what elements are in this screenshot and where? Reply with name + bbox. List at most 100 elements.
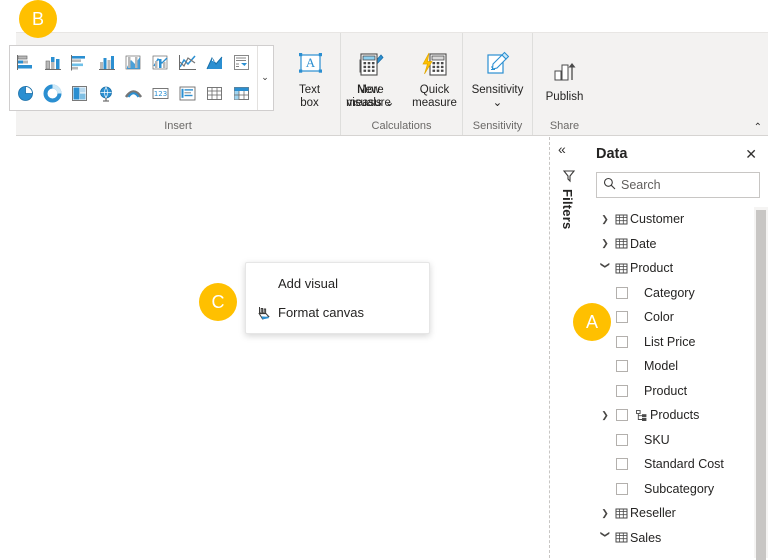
- table-icon: [612, 213, 630, 226]
- field-checkbox[interactable]: [612, 482, 632, 495]
- publish-button[interactable]: Publish: [537, 52, 593, 104]
- annotation-badge-a: A: [573, 303, 611, 341]
- chevron-right-icon[interactable]: ❯: [598, 410, 612, 421]
- filters-pane-collapsed[interactable]: « Filters: [549, 137, 588, 558]
- data-pane: Data ✕ Search ❯ Customer ❯ Date ❯ Produc…: [588, 137, 768, 560]
- close-icon[interactable]: ✕: [742, 145, 760, 163]
- field-list-item-category[interactable]: Category: [588, 281, 768, 306]
- field-list-table-product[interactable]: ❯ Product: [588, 256, 768, 281]
- field-list-item-model[interactable]: Model: [588, 354, 768, 379]
- sensitivity-icon: [483, 48, 513, 82]
- gallery-clustered-column-chart[interactable]: [93, 47, 120, 78]
- field-checkbox[interactable]: [612, 433, 632, 446]
- chevron-down-icon[interactable]: ❯: [600, 531, 611, 545]
- table-icon: [612, 237, 630, 250]
- publish-icon: [550, 55, 580, 89]
- chevron-right-icon[interactable]: ❯: [598, 508, 612, 519]
- gallery-multi-row-card[interactable]: [174, 78, 201, 109]
- report-canvas[interactable]: [0, 137, 549, 558]
- ribbon-collapse-chevron-up-icon[interactable]: ⌃: [754, 123, 762, 133]
- search-input[interactable]: Search: [596, 172, 760, 198]
- ribbon: New visual: [8, 32, 768, 136]
- gallery-stacked-area-chart[interactable]: [228, 47, 255, 78]
- format-canvas-label: Format canvas: [278, 305, 364, 320]
- field-label: Category: [644, 285, 695, 300]
- gallery-more-chevron-down-icon[interactable]: ⌄: [256, 45, 273, 110]
- ribbon-group-insert-label: Insert: [164, 120, 192, 132]
- field-label: Product: [630, 261, 674, 276]
- field-checkbox[interactable]: [612, 311, 632, 324]
- data-pane-header: Data ✕: [588, 137, 768, 170]
- field-list-item-color[interactable]: Color: [588, 305, 768, 330]
- search-placeholder: Search: [621, 178, 661, 192]
- field-checkbox[interactable]: [612, 360, 632, 373]
- gallery-stacked-column-chart[interactable]: [39, 47, 66, 78]
- gallery-treemap[interactable]: [66, 78, 93, 109]
- gallery-table[interactable]: [201, 78, 228, 109]
- quick-measure-label: Quick measure: [412, 84, 457, 109]
- filters-pane-label: Filters: [560, 189, 575, 230]
- field-list-table-reseller[interactable]: ❯ Reseller: [588, 501, 768, 526]
- gallery-100-stacked-column-chart[interactable]: [147, 47, 174, 78]
- chevron-right-icon[interactable]: ❯: [598, 214, 612, 225]
- chevron-right-icon[interactable]: ❯: [598, 238, 612, 249]
- field-list-item-product[interactable]: Product: [588, 379, 768, 404]
- sensitivity-button[interactable]: Sensitivity ⌄: [466, 45, 530, 110]
- annotation-badge-c: C: [199, 283, 237, 321]
- field-list-item-products-hierarchy[interactable]: ❯ Products: [588, 403, 768, 428]
- field-checkbox[interactable]: [612, 409, 632, 422]
- field-list-item-list-price[interactable]: List Price: [588, 330, 768, 355]
- search-icon: [603, 177, 616, 193]
- field-checkbox[interactable]: [612, 335, 632, 348]
- quick-measure-icon: [420, 48, 450, 82]
- context-menu-item-add-visual[interactable]: Add visual: [246, 269, 429, 298]
- gallery-donut-chart[interactable]: [39, 78, 66, 109]
- field-list-table-sales[interactable]: ❯ Sales: [588, 526, 768, 551]
- field-label: Sales: [630, 530, 662, 545]
- ribbon-group-sensitivity: Sensitivity ⌄ Sensitivity: [462, 33, 532, 135]
- gallery-stacked-bar-chart[interactable]: [12, 47, 39, 78]
- context-menu-item-format-canvas[interactable]: Format canvas: [246, 298, 429, 327]
- field-list-item-sku[interactable]: SKU: [588, 428, 768, 453]
- publish-label: Publish: [545, 90, 584, 103]
- gallery-matrix[interactable]: [228, 78, 255, 109]
- field-list-table-customer[interactable]: ❯ Customer: [588, 207, 768, 232]
- gallery-card[interactable]: 123: [147, 78, 174, 109]
- field-list-item-subcategory[interactable]: Subcategory: [588, 477, 768, 502]
- field-checkbox[interactable]: [612, 384, 632, 397]
- text-box-icon: A: [295, 48, 325, 82]
- field-label: Reseller: [630, 506, 676, 521]
- gallery-line-chart[interactable]: [174, 47, 201, 78]
- quick-measure-button[interactable]: Quick measure: [402, 45, 468, 110]
- new-visual-button[interactable]: New visual: [0, 45, 9, 110]
- visuals-gallery[interactable]: 123 ⌄: [8, 44, 274, 111]
- gallery-100-stacked-bar-chart[interactable]: [120, 47, 147, 78]
- ribbon-group-share: Publish Share: [532, 33, 596, 135]
- calculator-icon: [356, 48, 382, 82]
- field-checkbox[interactable]: [612, 458, 632, 471]
- hierarchy-icon: [632, 409, 650, 422]
- field-label: Customer: [630, 212, 685, 227]
- field-label: Color: [644, 310, 674, 325]
- text-box-button[interactable]: A Text box: [282, 45, 338, 110]
- table-icon: [612, 262, 630, 275]
- field-list-table-date[interactable]: ❯ Date: [588, 232, 768, 257]
- gallery-map[interactable]: [93, 78, 120, 109]
- new-measure-label: New measure: [346, 84, 391, 109]
- field-list-item-standard-cost[interactable]: Standard Cost: [588, 452, 768, 477]
- field-label: List Price: [644, 334, 696, 349]
- field-label: Product: [644, 383, 688, 398]
- new-measure-button[interactable]: New measure: [336, 45, 402, 110]
- chevron-down-icon[interactable]: ❯: [600, 261, 611, 275]
- field-checkbox[interactable]: [612, 286, 632, 299]
- gallery-pie-chart[interactable]: [12, 78, 39, 109]
- text-box-label: Text box: [298, 84, 321, 109]
- gallery-clustered-bar-chart[interactable]: [66, 47, 93, 78]
- gallery-area-chart[interactable]: [201, 47, 228, 78]
- gallery-funnel-chart[interactable]: [120, 78, 147, 109]
- field-label: Date: [630, 236, 657, 251]
- add-visual-label: Add visual: [278, 276, 338, 291]
- filters-expand-double-chevron-left-icon[interactable]: «: [558, 142, 566, 156]
- ribbon-group-calculations-label: Calculations: [371, 120, 432, 132]
- sensitivity-label: Sensitivity ⌄: [471, 84, 524, 109]
